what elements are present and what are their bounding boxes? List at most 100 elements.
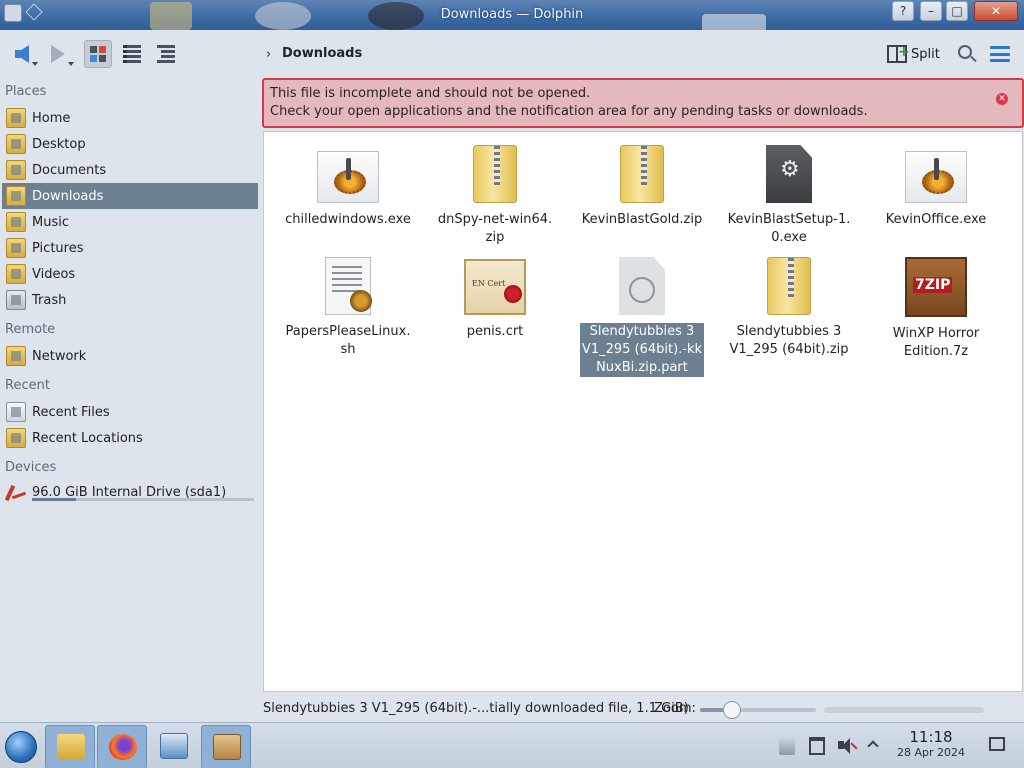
file-item[interactable]: KevinOffice.exe [863, 145, 1009, 229]
status-bar: Slendytubbies 3 V1_295 (64bit).-...tiall… [262, 696, 1024, 722]
downloads-folder-icon [6, 186, 26, 206]
sidebar-item-recent-files[interactable]: Recent Files [2, 399, 258, 425]
toolbar: › Downloads Split [0, 30, 1024, 78]
sidebar-item-label: Network [32, 348, 87, 364]
back-button[interactable] [8, 40, 38, 68]
file-name: chilledwindows.exe [285, 212, 411, 227]
zip-archive-icon [473, 145, 517, 203]
partial-download-clock-icon [619, 257, 665, 315]
sidebar-item-desktop[interactable]: Desktop [2, 131, 258, 157]
forward-button[interactable] [44, 40, 74, 68]
drive-usage-bar [32, 498, 254, 501]
hamburger-menu-icon[interactable] [990, 46, 1010, 62]
file-item[interactable]: KevinBlastSetup-1. 0.exe [716, 145, 862, 247]
taskbar-app-firefox[interactable] [97, 725, 147, 768]
sidebar-item-label: Desktop [32, 136, 86, 152]
clipboard-icon[interactable] [779, 737, 795, 755]
recent-files-icon [6, 402, 26, 422]
taskbar-app-package-installer[interactable] [201, 725, 251, 768]
file-item[interactable]: chilledwindows.exe [275, 145, 421, 229]
file-view[interactable]: chilledwindows.exe dnSpy-net-win64. zip … [263, 131, 1023, 692]
drive-usage-fill [32, 498, 77, 501]
sidebar-item-network[interactable]: Network [2, 343, 258, 369]
trash-icon [6, 290, 26, 310]
compact-view-icon [123, 45, 141, 63]
file-item[interactable]: PapersPleaseLinux. sh [275, 257, 421, 359]
sidebar-item-label: Home [32, 110, 71, 126]
file-item[interactable]: Slendytubbies 3 V1_295 (64bit).zip [716, 257, 862, 359]
zip-archive-icon [620, 145, 664, 203]
section-heading-remote: Remote [5, 322, 56, 337]
file-item[interactable]: WinXP Horror Edition.7z [863, 257, 1009, 361]
window-titlebar[interactable]: Downloads — Dolphin ? – □ ✕ [0, 0, 1024, 42]
hard-drive-icon [6, 482, 26, 502]
clock[interactable]: 11:18 28 Apr 2024 [892, 728, 970, 759]
sidebar-item-internal-drive[interactable]: 96.0 GiB Internal Drive (sda1) [2, 479, 258, 505]
sidebar-item-downloads[interactable]: Downloads [2, 183, 258, 209]
file-name: Slendytubbies 3 V1_295 (64bit).zip [729, 324, 849, 357]
file-item[interactable]: penis.crt [422, 257, 568, 341]
file-item[interactable]: KevinBlastGold.zip [569, 145, 715, 229]
documents-folder-icon [6, 160, 26, 180]
close-window-button[interactable]: ✕ [974, 1, 1018, 21]
window-title: Downloads — Dolphin [440, 7, 584, 22]
zoom-label: Zoom: [654, 701, 696, 716]
music-folder-icon [6, 212, 26, 232]
show-desktop-icon[interactable] [989, 737, 1005, 751]
file-name: Slendytubbies 3 V1_295 (64bit).-kk NuxBi… [579, 323, 705, 377]
zoom-slider-handle[interactable] [723, 701, 742, 719]
breadcrumb[interactable]: Downloads [282, 46, 362, 61]
file-item-selected[interactable]: Slendytubbies 3 V1_295 (64bit).-kk NuxBi… [569, 257, 715, 377]
help-button[interactable]: ? [892, 1, 914, 21]
system-monitor-icon [160, 733, 188, 759]
sidebar-item-label: Trash [32, 292, 67, 308]
file-name: penis.crt [466, 324, 524, 339]
sidebar-item-label: Videos [32, 266, 76, 282]
compact-view-button[interactable] [118, 40, 146, 68]
taskbar-app-system-monitor[interactable] [149, 725, 199, 768]
sidebar-item-label: Music [32, 214, 69, 230]
pictures-folder-icon [6, 238, 26, 258]
maximize-button[interactable]: □ [946, 1, 968, 21]
sidebar-item-label: Documents [32, 162, 107, 178]
chevron-up-icon[interactable] [867, 737, 881, 755]
details-view-button[interactable] [152, 40, 180, 68]
taskbar-app-file-manager[interactable] [45, 725, 95, 768]
sidebar-item-documents[interactable]: Documents [2, 157, 258, 183]
minimize-button[interactable]: – [920, 1, 942, 21]
icons-view-button[interactable] [84, 40, 112, 68]
split-button[interactable]: Split [887, 42, 940, 66]
notes-icon[interactable] [809, 737, 825, 755]
start-menu-button[interactable] [5, 731, 37, 763]
file-name: KevinOffice.exe [885, 212, 987, 227]
sidebar-item-home[interactable]: Home [2, 105, 258, 131]
file-name: dnSpy-net-win64. zip [437, 212, 553, 245]
clock-date: 28 Apr 2024 [896, 746, 965, 759]
breadcrumb-separator-icon: › [266, 47, 272, 62]
desktop-folder-icon [6, 134, 26, 154]
free-space-bar [824, 707, 984, 713]
sidebar-item-trash[interactable]: Trash [2, 287, 258, 313]
chevron-down-icon [68, 62, 74, 66]
clock-time: 11:18 [909, 728, 953, 746]
search-icon[interactable] [958, 45, 972, 59]
sidebar-item-label: Recent Files [32, 404, 110, 420]
file-name: KevinBlastGold.zip [581, 212, 703, 227]
certificate-icon [464, 259, 526, 315]
shell-script-icon [325, 257, 372, 315]
dismiss-warning-icon[interactable]: ✕ [996, 93, 1008, 105]
executable-icon [317, 151, 379, 203]
sidebar-item-music[interactable]: Music [2, 209, 258, 235]
sidebar-item-videos[interactable]: Videos [2, 261, 258, 287]
file-item[interactable]: dnSpy-net-win64. zip [422, 145, 568, 247]
videos-folder-icon [6, 264, 26, 284]
split-view-icon [887, 44, 910, 63]
volume-muted-icon[interactable] [838, 737, 858, 755]
zoom-slider[interactable] [700, 701, 816, 719]
sidebar-item-label: Recent Locations [32, 430, 143, 446]
sidebar-item-pictures[interactable]: Pictures [2, 235, 258, 261]
home-folder-icon [6, 108, 26, 128]
sidebar-item-recent-locations[interactable]: Recent Locations [2, 425, 258, 451]
file-name: WinXP Horror Edition.7z [892, 326, 980, 359]
file-name: KevinBlastSetup-1. 0.exe [727, 212, 851, 245]
